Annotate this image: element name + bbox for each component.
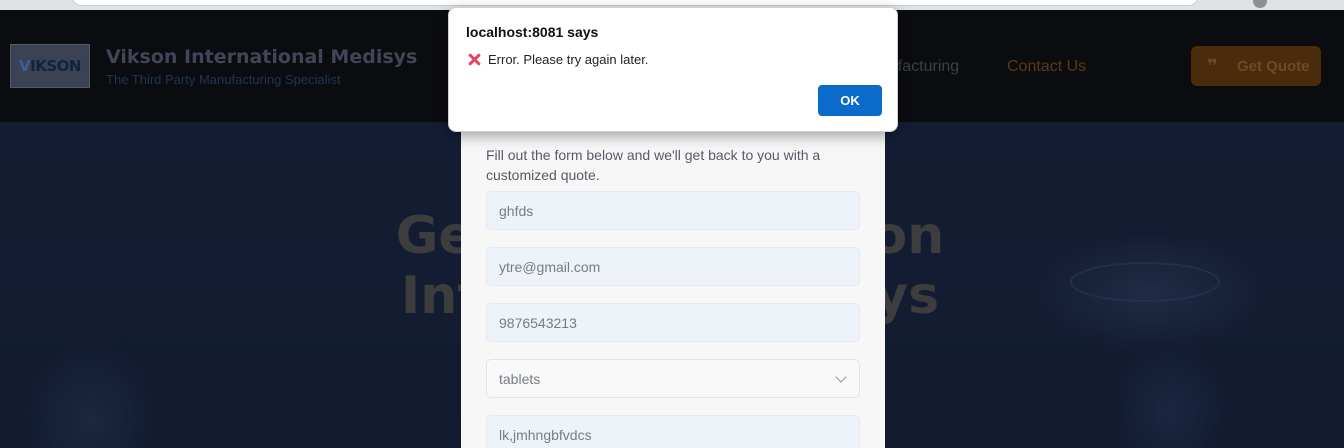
alert-title: localhost:8081 says (466, 24, 599, 40)
alert-message-row: Error. Please try again later. (468, 52, 648, 67)
alert-dialog: localhost:8081 says Error. Please try ag… (448, 7, 898, 132)
cross-mark-icon (468, 53, 481, 66)
alert-message: Error. Please try again later. (488, 52, 649, 67)
ok-button[interactable]: OK (818, 85, 882, 116)
